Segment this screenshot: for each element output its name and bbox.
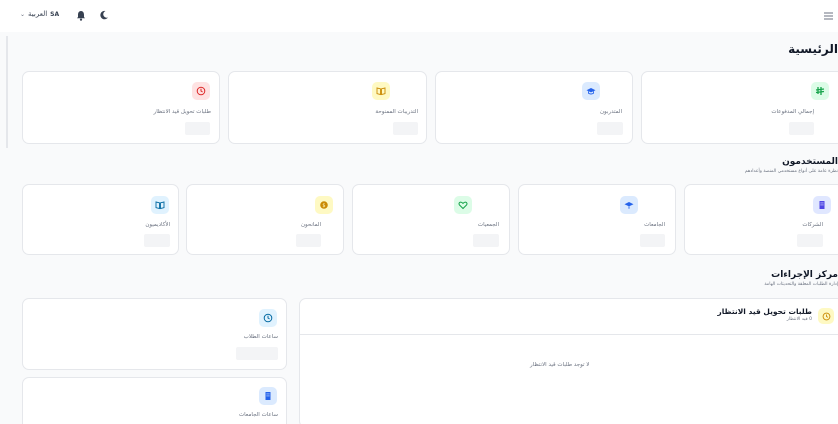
pending-transfers-title: طلبات تحويل قيد الانتظار — [717, 307, 812, 316]
stat-value-placeholder — [185, 122, 210, 135]
stat-label: إجمالي المدفوعات — [771, 109, 814, 115]
user-card-companies[interactable]: الشركات — [684, 184, 838, 255]
stat-label: المتدربون — [600, 109, 622, 115]
pending-transfers-count: 0 قيد الانتظار — [786, 317, 812, 322]
graduation-cap-icon — [582, 82, 600, 100]
user-card-universities[interactable]: الجامعات — [518, 184, 676, 255]
user-count-placeholder — [640, 234, 665, 247]
clock-icon — [818, 308, 834, 324]
language-selector[interactable]: ⌄ العربية SA — [20, 10, 59, 18]
users-section-subtitle: نظرة عامة على أنواع مستخدمي المنصة وأعدا… — [744, 169, 838, 174]
user-card-associations[interactable]: الجمعيات — [352, 184, 510, 255]
menu-icon[interactable] — [824, 12, 833, 20]
stat-label: التدريبات الممنوحة — [375, 109, 418, 115]
actions-section-subtitle: إدارة الطلبات المعلقة والتحديثات الهامة — [764, 282, 838, 287]
user-card-label: الشركات — [802, 222, 823, 228]
bell-icon[interactable] — [76, 10, 86, 21]
user-count-placeholder — [144, 234, 170, 247]
actions-section-title: مركز الإجراءات — [771, 270, 838, 280]
user-count-placeholder — [296, 234, 321, 247]
stat-value-placeholder — [789, 122, 814, 135]
user-card-academics[interactable]: الأكاديميون — [22, 184, 179, 255]
user-card-label: الجامعات — [644, 222, 665, 228]
svg-text:$: $ — [322, 203, 325, 209]
stat-card-pending-transfers[interactable]: طلبات تحويل قيد الانتظار — [22, 71, 220, 144]
heart-icon — [454, 196, 472, 214]
side-card-label: ساعات الجامعات — [238, 412, 278, 418]
building-icon — [813, 196, 831, 214]
user-card-label: المانحون — [300, 222, 321, 228]
clock-icon — [192, 82, 210, 100]
stat-value-placeholder — [597, 122, 623, 135]
scroll-indicator[interactable] — [6, 36, 8, 148]
user-card-label: الأكاديميون — [145, 222, 170, 228]
stat-label: طلبات تحويل قيد الانتظار — [153, 109, 211, 115]
stat-card-total-payments[interactable]: إجمالي المدفوعات — [641, 71, 838, 144]
stat-card-granted-trainings[interactable]: التدريبات الممنوحة — [228, 71, 427, 144]
clock-icon — [259, 309, 277, 327]
side-card-label: ساعات الطلاب — [243, 334, 278, 340]
stat-card-trainees[interactable]: المتدربون — [435, 71, 633, 144]
user-card-donors[interactable]: $ المانحون — [186, 184, 344, 255]
coin-icon: $ — [315, 196, 333, 214]
side-card-value-placeholder — [236, 347, 278, 360]
page-title: الرئيسية — [788, 42, 838, 56]
chevron-down-icon: ⌄ — [20, 10, 26, 18]
user-card-label: الجمعيات — [477, 222, 499, 228]
student-hours-card[interactable]: ساعات الطلاب — [22, 298, 287, 370]
building-icon — [259, 387, 277, 405]
moon-icon[interactable] — [99, 10, 109, 20]
user-count-placeholder — [473, 234, 499, 247]
language-code: SA — [50, 10, 60, 18]
riyal-icon — [811, 82, 829, 100]
university-hours-card[interactable]: ساعات الجامعات — [22, 377, 287, 424]
empty-state-text: لا توجد طلبات قيد الانتظار — [530, 362, 590, 368]
users-section-title: المستخدمون — [782, 157, 838, 167]
book-icon — [372, 82, 390, 100]
language-label: العربية — [28, 10, 48, 18]
pending-transfers-header: طلبات تحويل قيد الانتظار 0 قيد الانتظار — [299, 298, 838, 335]
user-count-placeholder — [797, 234, 823, 247]
stat-value-placeholder — [393, 122, 418, 135]
graduation-cap-icon — [620, 196, 638, 214]
top-bar: ⌄ العربية SA — [0, 0, 838, 32]
book-icon — [151, 196, 169, 214]
